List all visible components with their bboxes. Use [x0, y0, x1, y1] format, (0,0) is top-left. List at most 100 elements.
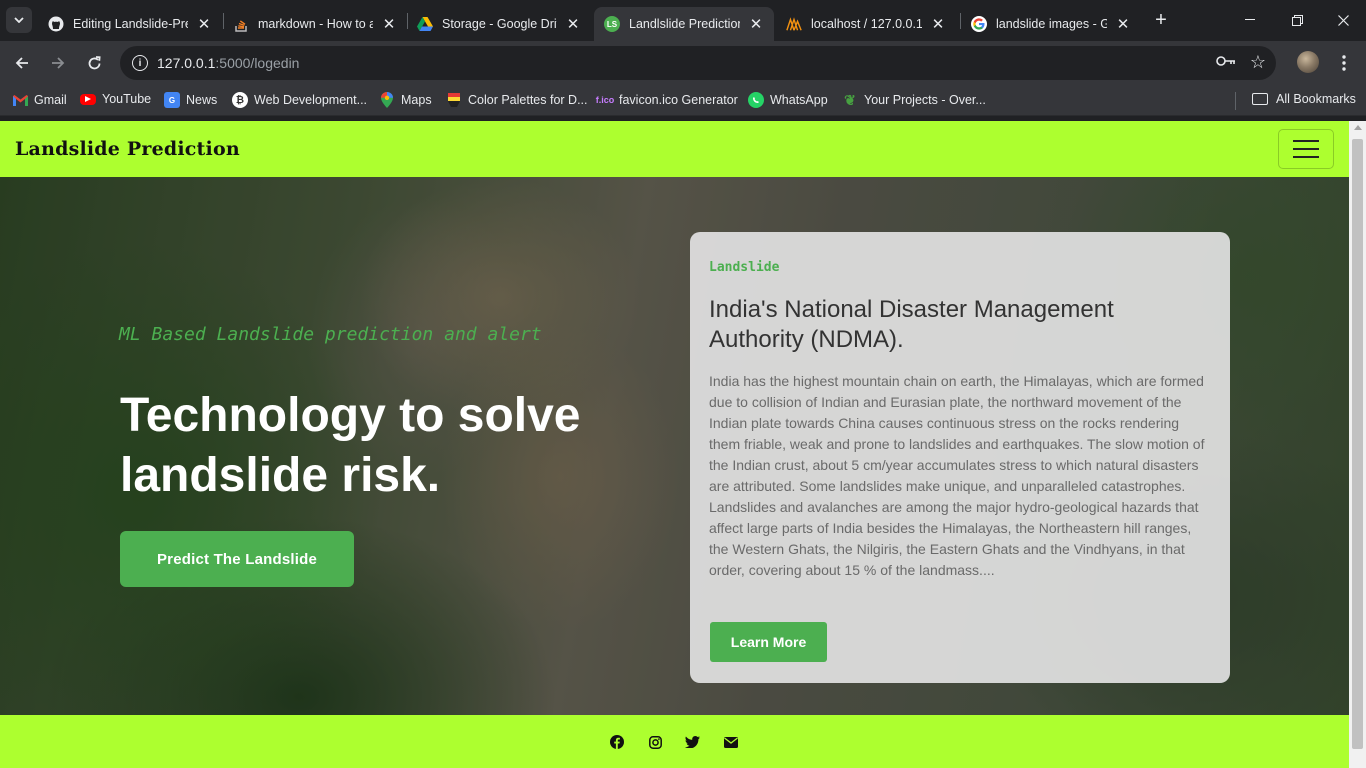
bookmarks-divider: [1235, 92, 1236, 110]
url-text[interactable]: 127.0.0.1:5000/logedin: [157, 55, 299, 71]
news-icon: G: [164, 92, 180, 108]
browser-toolbar: i 127.0.0.1:5000/logedin ☆: [0, 41, 1366, 85]
scroll-up-arrow-icon[interactable]: [1354, 125, 1362, 130]
close-icon: [1337, 14, 1349, 26]
profile-avatar[interactable]: [1297, 51, 1319, 73]
palette-icon: [446, 92, 462, 108]
site-navbar: Landslide Prediction: [0, 121, 1349, 177]
tab-search-button[interactable]: [6, 7, 32, 33]
tab-landslide-images[interactable]: landslide images - Go ✕: [961, 7, 1141, 41]
close-icon[interactable]: ✕: [1115, 15, 1131, 33]
close-icon[interactable]: ✕: [565, 15, 581, 33]
twitter-icon[interactable]: [684, 734, 700, 750]
arrow-left-icon: [15, 57, 28, 69]
page-scrollbar[interactable]: [1349, 121, 1366, 768]
arrow-right-icon: [52, 57, 65, 69]
google-icon: [971, 16, 987, 32]
forward-button[interactable]: [45, 50, 71, 76]
tab-google-drive[interactable]: Storage - Google Driv ✕: [407, 7, 591, 41]
google-drive-icon: [417, 16, 433, 32]
hero-section: ML Based Landslide prediction and alert …: [0, 177, 1349, 715]
favicon-icon: f.ico: [595, 95, 615, 105]
bookmark-label: YouTube: [102, 92, 152, 106]
bookmark-whatsapp[interactable]: WhatsApp: [748, 92, 828, 108]
instagram-icon[interactable]: [647, 734, 663, 750]
tab-title: Storage - Google Driv: [442, 17, 557, 31]
password-key-icon[interactable]: [1216, 54, 1236, 70]
bookmarks-bar: Gmail YouTube G News ₿ Web Development..…: [0, 85, 1366, 116]
info-card: Landslide India's National Disaster Mana…: [690, 232, 1230, 683]
hero-title: Technology to solve landslide risk.: [120, 389, 581, 502]
hamburger-line: [1293, 148, 1319, 150]
predict-landslide-button[interactable]: Predict The Landslide: [120, 531, 354, 587]
github-icon: [48, 16, 64, 32]
tab-strip: Editing Landslide-Pre ✕ markdown - How t…: [0, 0, 1366, 41]
whatsapp-icon: [748, 92, 764, 108]
close-icon[interactable]: ✕: [930, 15, 946, 33]
nav-toggle-button[interactable]: [1278, 129, 1334, 169]
bookmark-label: Gmail: [34, 93, 67, 107]
hero-subtitle: ML Based Landslide prediction and alert: [119, 324, 542, 345]
reload-button[interactable]: [81, 50, 107, 76]
plus-icon: +: [1155, 8, 1167, 31]
tab-landslide-prediction[interactable]: LS Landlslide Prediction ✕: [594, 7, 774, 41]
all-bookmarks-label: All Bookmarks: [1276, 92, 1356, 106]
chevron-down-icon: [14, 17, 24, 23]
phpmyadmin-icon: [786, 16, 802, 32]
card-text: India has the highest mountain chain on …: [709, 373, 1205, 578]
bookmark-youtube[interactable]: YouTube: [80, 92, 151, 106]
site-brand[interactable]: Landslide Prediction: [15, 138, 240, 160]
bookmark-label: favicon.ico Generator: [619, 93, 738, 107]
folder-icon: [1252, 93, 1268, 105]
restore-button[interactable]: [1285, 8, 1309, 32]
bookmark-star-icon[interactable]: ☆: [1250, 52, 1266, 73]
minimize-button[interactable]: [1238, 8, 1262, 32]
menu-button[interactable]: [1331, 50, 1357, 76]
tab-phpmyadmin[interactable]: localhost / 127.0.0.1 / ✕: [776, 7, 956, 41]
tab-markdown[interactable]: markdown - How to a ✕: [223, 7, 407, 41]
site-info-icon[interactable]: i: [132, 55, 148, 71]
bookmark-label: Maps: [401, 93, 432, 107]
restore-icon: [1291, 14, 1303, 26]
bookmark-label: WhatsApp: [770, 93, 828, 107]
page-viewport: Landslide Prediction ML Based Landslide …: [0, 121, 1349, 768]
minimize-icon: [1245, 19, 1255, 20]
bookmark-web-development[interactable]: ₿ Web Development...: [232, 92, 367, 108]
bookmark-your-projects[interactable]: ❦ Your Projects - Over...: [842, 92, 986, 108]
facebook-icon[interactable]: [609, 734, 625, 750]
email-icon[interactable]: [723, 734, 739, 750]
bookmark-maps[interactable]: Maps: [379, 92, 432, 108]
close-icon[interactable]: ✕: [196, 15, 212, 33]
address-bar[interactable]: i 127.0.0.1:5000/logedin ☆: [120, 46, 1276, 80]
window-close-button[interactable]: [1331, 8, 1355, 32]
ls-icon: LS: [604, 16, 620, 32]
overleaf-icon: ❦: [844, 91, 856, 108]
webdev-icon: ₿: [232, 92, 248, 108]
new-tab-button[interactable]: +: [1150, 9, 1172, 31]
bookmark-label: Web Development...: [254, 93, 368, 107]
bookmark-color-palettes[interactable]: Color Palettes for D...: [446, 92, 588, 108]
site-footer: [0, 715, 1349, 768]
card-label: Landslide: [709, 260, 780, 275]
tab-title: Landlslide Prediction: [629, 17, 740, 31]
tab-editing-landslide[interactable]: Editing Landslide-Pre ✕: [38, 7, 222, 41]
bookmark-label: Your Projects - Over...: [864, 93, 986, 107]
stackoverflow-icon: [233, 16, 249, 32]
hamburger-line: [1293, 156, 1319, 158]
bookmark-favicon-generator[interactable]: f.ico favicon.ico Generator: [595, 92, 738, 108]
scrollbar-thumb[interactable]: [1352, 139, 1363, 749]
more-vertical-icon: [1342, 55, 1346, 71]
bookmark-news[interactable]: G News: [164, 92, 217, 108]
tab-title: landslide images - Go: [996, 17, 1107, 31]
card-title: India's National Disaster Management Aut…: [709, 296, 1114, 353]
close-icon[interactable]: ✕: [381, 15, 397, 33]
url-path: :5000/logedin: [215, 55, 300, 71]
maps-icon: [379, 92, 395, 108]
back-button[interactable]: [9, 50, 35, 76]
reload-icon: [88, 55, 101, 69]
all-bookmarks-button[interactable]: All Bookmarks: [1252, 92, 1356, 106]
gmail-icon: [12, 92, 28, 108]
close-icon[interactable]: ✕: [748, 15, 764, 33]
bookmark-gmail[interactable]: Gmail: [12, 92, 67, 108]
learn-more-button[interactable]: Learn More: [710, 622, 827, 662]
